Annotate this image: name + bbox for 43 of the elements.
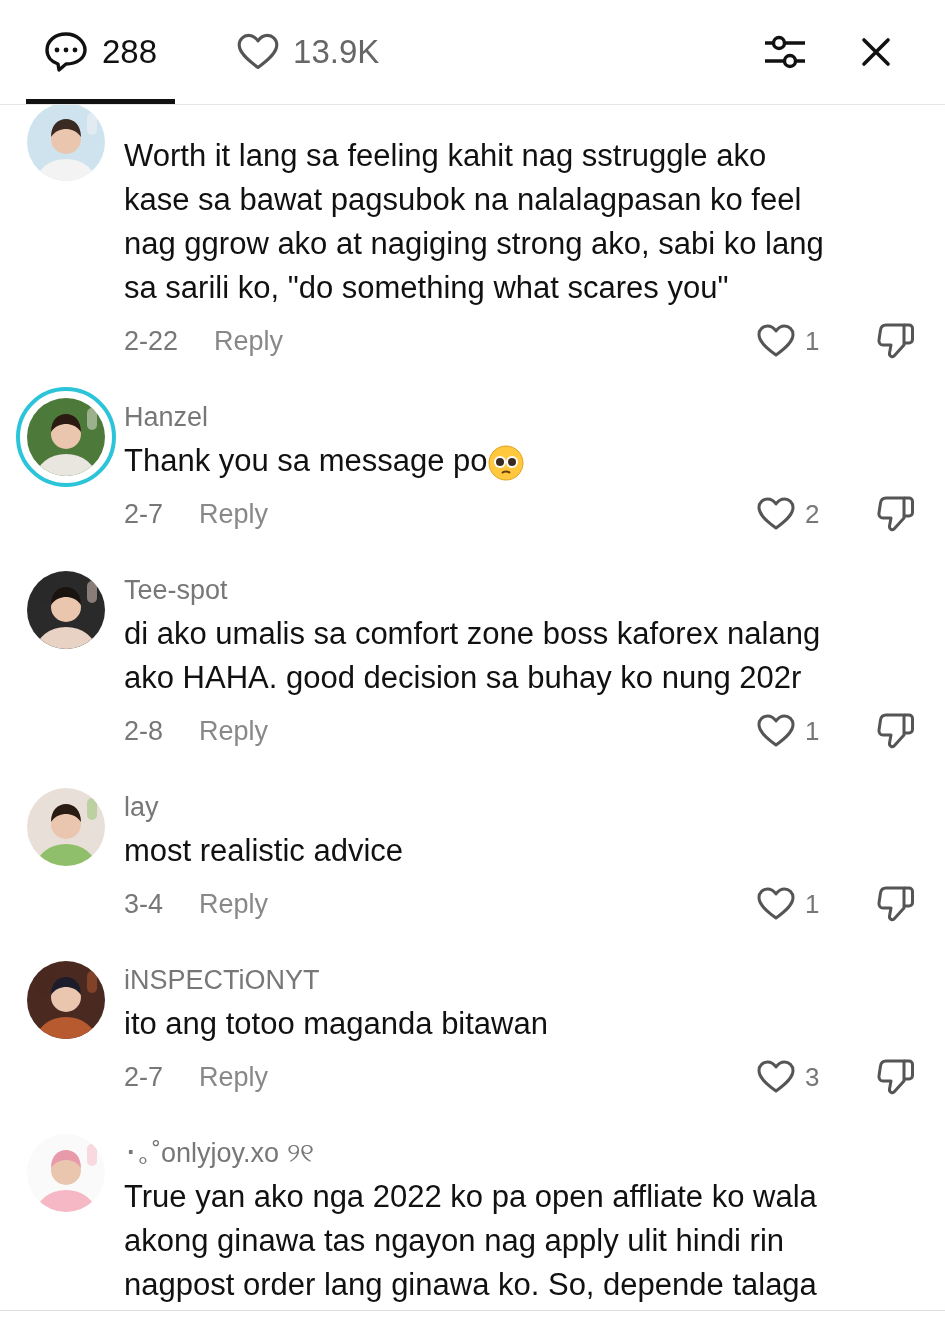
comment-text: True yan ako nga 2022 ko pa open affliate ko wala akong ginawa tas ngayon nag apply ulit hindi rin nagpost order lang ginawa ko. So, depende talaga [124, 1178, 817, 1304]
comment-date: 2-22 [124, 324, 179, 358]
comment-date: 2-7 [124, 497, 164, 531]
like-count: 3 [805, 1060, 821, 1094]
tab[interactable]: 13.9K [237, 0, 380, 104]
username[interactable]: Hanzel [124, 399, 209, 435]
reply-link[interactable]: Reply [214, 320, 284, 362]
comment-date: 2-8 [124, 714, 164, 748]
comment-text: di ako umalis sa comfort zone boss kaforex nalang ako HAHA. good decision sa buhay ko nung 202r [124, 615, 821, 697]
heart-icon[interactable] [757, 324, 795, 358]
dislike-icon[interactable] [877, 1057, 915, 1097]
filter-icon[interactable] [763, 33, 805, 71]
like-count: 1 [805, 887, 821, 921]
username[interactable]: iNSPECTiONYT [124, 962, 320, 998]
comment-text: Thank you sa message po [124, 442, 488, 480]
reply-link[interactable]: Reply [199, 493, 269, 535]
close-icon[interactable] [861, 37, 891, 67]
reply-link[interactable]: Reply [199, 883, 269, 925]
reply-link[interactable]: Reply [199, 1056, 269, 1098]
comment-date: 3-4 [124, 887, 164, 921]
like-count: 1 [805, 324, 821, 358]
comment-date: 2-7 [124, 1060, 164, 1094]
username[interactable]: Tee-spot [124, 572, 228, 608]
username[interactable]: lay [124, 789, 159, 825]
reply-link[interactable]: Reply [199, 710, 269, 752]
username[interactable]: ･｡˚onlyjoy.xo ୨୧ [124, 1135, 314, 1171]
comment-text: Worth it lang sa feeling kahit nag sstruggle ako kase sa bawat pagsubok na nalalagpasan ko feel nag ggrow ako at nagiging strong ako, sabi ko lang sa sarili ko, "do something what scares you" [124, 137, 824, 307]
heart-icon[interactable] [757, 1060, 795, 1094]
dislike-icon[interactable] [877, 711, 915, 751]
dislike-icon[interactable] [877, 494, 915, 534]
speech-bubble-icon [44, 31, 88, 73]
heart-icon[interactable] [757, 887, 795, 921]
tab[interactable]: 288 [26, 0, 176, 104]
heart-icon[interactable] [757, 714, 795, 748]
dislike-icon[interactable] [877, 321, 915, 361]
story-ring[interactable] [16, 387, 116, 487]
heart-icon [237, 33, 280, 71]
like-count: 1 [805, 714, 821, 748]
dislike-icon[interactable] [877, 884, 915, 924]
comment-text: most realistic advice [124, 832, 404, 870]
comment-text: ito ang totoo maganda bitawan [124, 1005, 548, 1043]
like-count: 2 [805, 497, 821, 531]
heart-icon[interactable] [757, 497, 795, 531]
